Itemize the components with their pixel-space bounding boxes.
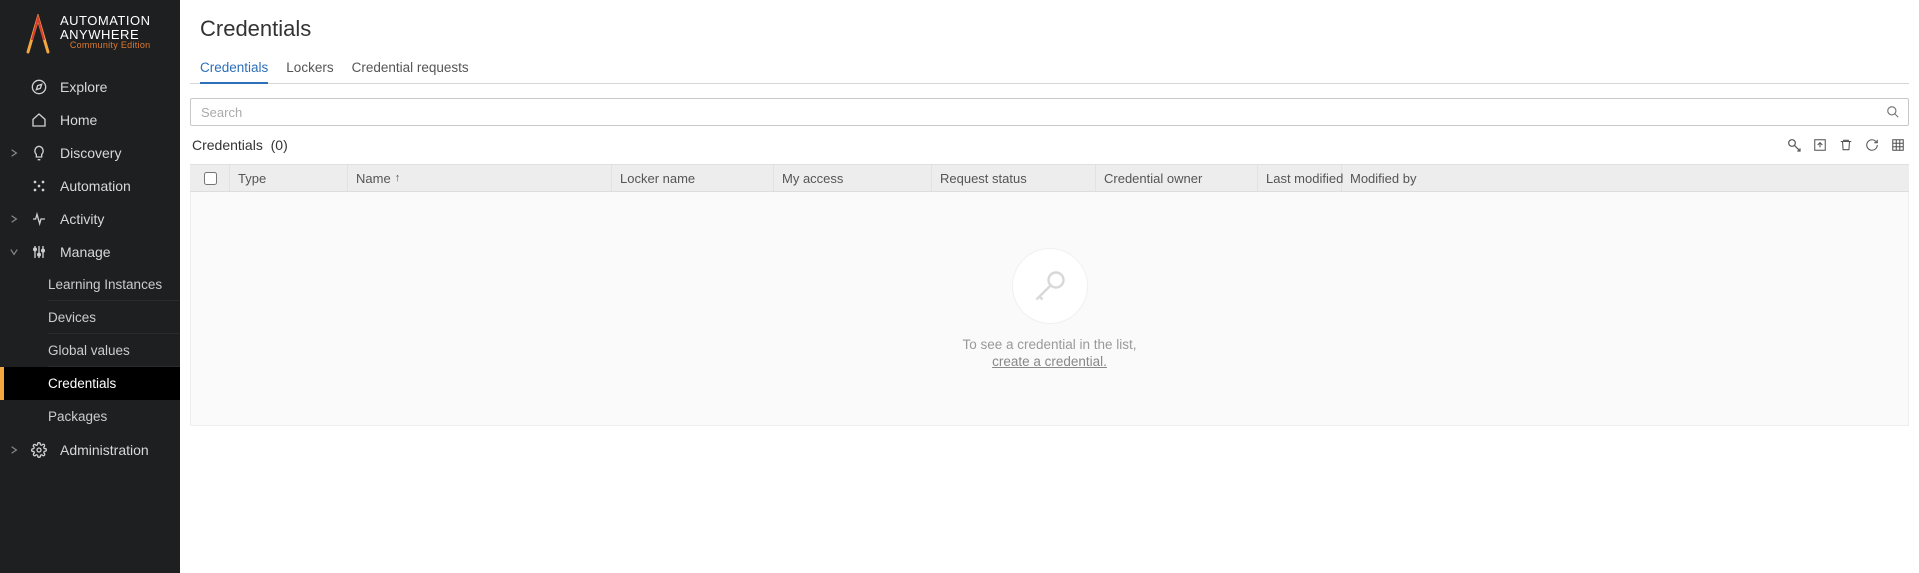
columns-button[interactable] [1889,136,1907,154]
search-icon [1886,105,1900,119]
dots-icon [30,178,48,194]
column-label: Request status [940,171,1027,186]
chevron-right-icon [10,446,18,454]
main-content: Credentials Credentials Lockers Credenti… [180,0,1919,573]
chevron-right-icon [10,149,18,157]
column-name[interactable]: Name ↑ [348,165,612,191]
list-header: Credentials (0) [180,126,1919,158]
sidebar-item-label: Home [60,112,97,128]
brand-line1: AUTOMATION [60,14,150,28]
sliders-icon [30,244,48,260]
chevron-down-icon [10,248,18,256]
tab-lockers[interactable]: Lockers [286,54,333,83]
brand-text: AUTOMATION ANYWHERE Community Edition [60,14,150,51]
primary-nav: Explore Home Discovery Automati [0,64,180,573]
table-header: Type Name ↑ Locker name My access Reques… [190,164,1909,192]
count-label: Credentials [192,137,263,153]
sidebar-item-label: Activity [60,211,104,227]
sidebar-item-administration[interactable]: Administration [0,433,180,466]
refresh-button[interactable] [1863,136,1881,154]
column-label: My access [782,171,843,186]
column-credential-owner[interactable]: Credential owner [1096,165,1258,191]
sidebar-subitem-credentials[interactable]: Credentials [0,367,180,400]
home-icon [30,112,48,128]
brand-logo: AUTOMATION ANYWHERE Community Edition [0,0,180,64]
brand-line2: ANYWHERE [60,28,150,42]
empty-message: To see a credential in the list, [962,337,1136,352]
sidebar-item-label: Automation [60,178,131,194]
count-value: 0 [275,137,283,153]
column-request-status[interactable]: Request status [932,165,1096,191]
sort-asc-icon: ↑ [395,172,401,184]
search-input[interactable] [199,104,1886,121]
manage-subnav: Learning Instances Devices Global values… [0,268,180,433]
column-type[interactable]: Type [230,165,348,191]
sidebar-subitem-label: Packages [48,409,107,424]
logo-mark-icon [24,14,52,54]
column-label: Last modified [1266,171,1343,186]
sidebar-item-label: Administration [60,442,149,458]
select-all-checkbox[interactable] [204,172,217,185]
sidebar-subitem-devices[interactable]: Devices [48,301,180,334]
sidebar-item-label: Discovery [60,145,121,161]
search-wrap [180,98,1919,126]
credentials-count: Credentials (0) [192,137,288,153]
sidebar-item-automation[interactable]: Automation [0,169,180,202]
sidebar-item-label: Manage [60,244,111,260]
bulb-icon [30,145,48,161]
sidebar-subitem-label: Credentials [48,376,116,391]
column-last-modified[interactable]: Last modified [1258,165,1342,191]
sidebar: AUTOMATION ANYWHERE Community Edition Ex… [0,0,180,573]
sidebar-subitem-label: Devices [48,310,96,325]
tab-credential-requests[interactable]: Credential requests [352,54,469,83]
search-box [190,98,1909,126]
key-icon [1013,249,1087,323]
tab-credentials[interactable]: Credentials [200,54,268,83]
gear-icon [30,442,48,458]
sidebar-subitem-label: Global values [48,343,130,358]
empty-state: To see a credential in the list, create … [190,192,1909,426]
sidebar-subitem-label: Learning Instances [48,277,162,292]
column-label: Modified by [1350,171,1416,186]
compass-icon [30,79,48,95]
sidebar-item-discovery[interactable]: Discovery [0,136,180,169]
sidebar-item-manage[interactable]: Manage [0,235,180,268]
column-modified-by[interactable]: Modified by [1342,165,1909,191]
sidebar-subitem-learning-instances[interactable]: Learning Instances [48,268,180,301]
page-title: Credentials [180,12,1919,54]
column-label: Name [356,171,391,186]
sidebar-subitem-packages[interactable]: Packages [48,400,180,433]
column-label: Locker name [620,171,695,186]
import-button[interactable] [1811,136,1829,154]
create-credential-link[interactable]: create a credential. [992,354,1107,369]
tabs: Credentials Lockers Credential requests [190,54,1909,84]
sidebar-item-explore[interactable]: Explore [0,70,180,103]
create-credential-button[interactable] [1785,136,1803,154]
delete-button[interactable] [1837,136,1855,154]
column-label: Type [238,171,266,186]
column-locker-name[interactable]: Locker name [612,165,774,191]
sidebar-item-activity[interactable]: Activity [0,202,180,235]
column-select-all[interactable] [190,165,230,191]
toolbar [1785,136,1907,154]
column-label: Credential owner [1104,171,1202,186]
brand-edition: Community Edition [60,41,150,50]
chevron-right-icon [10,215,18,223]
sidebar-item-home[interactable]: Home [0,103,180,136]
column-my-access[interactable]: My access [774,165,932,191]
sidebar-item-label: Explore [60,79,107,95]
sidebar-subitem-global-values[interactable]: Global values [48,334,180,367]
pulse-icon [30,211,48,227]
